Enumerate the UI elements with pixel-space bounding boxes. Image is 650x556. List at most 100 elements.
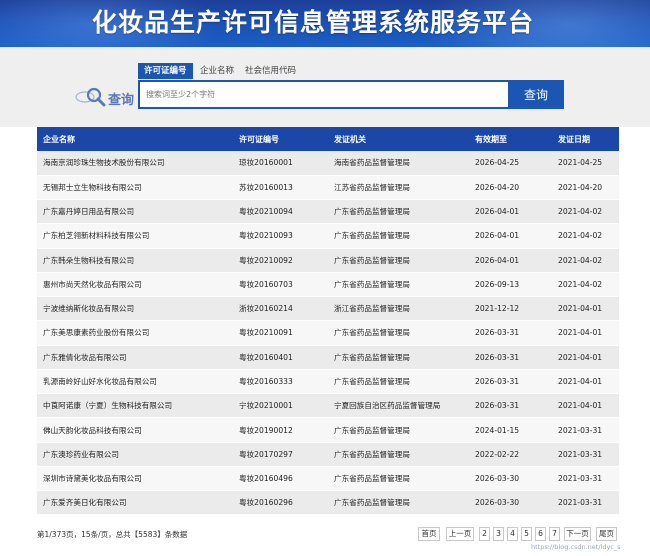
valid-until-cell: 2026-09-13 — [469, 272, 552, 297]
table-row[interactable]: 广东韩朵生物科技有限公司 粤妆20210092 广东省药品监督管理局 2026-04-… — [37, 248, 619, 273]
company-cell[interactable]: 海南京润珍珠生物技术股份有限公司 — [37, 151, 233, 176]
company-cell[interactable]: 广东澳珍药业有限公司 — [37, 442, 233, 467]
authority-cell: 广东省药品监督管理局 — [328, 417, 469, 443]
company-cell[interactable]: 深圳市诗黛美化妆品有限公司 — [37, 466, 233, 491]
search-button[interactable]: 查询 — [508, 80, 564, 109]
table-row[interactable]: 广东雅倩化妆品有限公司 粤妆20160401 广东省药品监督管理局 2026-03-3… — [37, 345, 619, 370]
valid-until-cell: 2026-03-31 — [469, 393, 552, 418]
search-logo: 查询 — [75, 86, 137, 108]
table-row[interactable]: 佛山天韵化妆品科技有限公司 粤妆20190012 广东省药品监督管理局 2024-01… — [37, 417, 619, 443]
valid-until-cell: 2026-04-01 — [469, 248, 552, 273]
authority-cell: 宁夏回族自治区药品监督管理局 — [328, 393, 469, 418]
issue-date-cell: 2021-04-25 — [552, 151, 619, 176]
issue-date-cell: 2021-04-01 — [552, 393, 619, 418]
search-input[interactable] — [140, 82, 508, 107]
page-button-6[interactable]: 6 — [535, 527, 546, 541]
license-cell: 粤妆20190012 — [233, 417, 328, 443]
company-cell[interactable]: 广东韩朵生物科技有限公司 — [37, 248, 233, 273]
company-cell[interactable]: 无锡邦士立生物科技有限公司 — [37, 175, 233, 200]
issue-date-cell: 2021-04-02 — [552, 272, 619, 297]
valid-until-cell: 2026-04-01 — [469, 199, 552, 224]
valid-until-cell: 2024-01-15 — [469, 417, 552, 443]
company-cell[interactable]: 佛山天韵化妆品科技有限公司 — [37, 417, 233, 443]
issue-date-cell: 2021-04-20 — [552, 175, 619, 200]
valid-until-cell: 2026-04-01 — [469, 223, 552, 249]
authority-cell: 广东省药品监督管理局 — [328, 272, 469, 297]
authority-cell: 广东省药品监督管理局 — [328, 320, 469, 346]
tab-company-name[interactable]: 企业名称 — [200, 63, 234, 79]
authority-cell: 广东省药品监督管理局 — [328, 369, 469, 394]
page-button-4[interactable]: 4 — [507, 527, 518, 541]
issue-date-cell: 2021-03-31 — [552, 417, 619, 443]
license-cell: 浙妆20160214 — [233, 296, 328, 321]
company-cell[interactable]: 惠州市尚天然化妆品有限公司 — [37, 272, 233, 297]
issue-date-cell: 2021-04-01 — [552, 320, 619, 346]
page-button-7[interactable]: 7 — [549, 527, 560, 541]
last-page-button[interactable]: 尾页 — [596, 527, 617, 541]
pagination-info: 第1/373页，15条/页，总共【5583】条数据 — [37, 530, 188, 539]
table-row[interactable]: 海南京润珍珠生物技术股份有限公司 琼妆20160001 海南省药品监督管理局 2026… — [37, 151, 619, 176]
issue-date-cell: 2021-03-31 — [552, 466, 619, 491]
issue-date-cell: 2021-04-01 — [552, 296, 619, 321]
valid-until-cell: 2026-03-30 — [469, 490, 552, 515]
column-header-company[interactable]: 企业名称 — [37, 127, 233, 151]
company-cell[interactable]: 广东柏芝翎新材料科技有限公司 — [37, 223, 233, 249]
tab-license-number[interactable]: 许可证编号 — [138, 63, 193, 79]
issue-date-cell: 2021-03-31 — [552, 442, 619, 467]
license-cell: 粤妆20160703 — [233, 272, 328, 297]
license-cell: 粤妆20160401 — [233, 345, 328, 370]
tab-credit-code[interactable]: 社会信用代码 — [245, 63, 296, 79]
license-cell: 苏妆20160013 — [233, 175, 328, 200]
company-cell[interactable]: 宁波维纳斯化妆品有限公司 — [37, 296, 233, 321]
valid-until-cell: 2026-04-20 — [469, 175, 552, 200]
company-cell[interactable]: 中莨阿诺康（宁夏）生物科技有限公司 — [37, 393, 233, 418]
issue-date-cell: 2021-04-02 — [552, 248, 619, 273]
authority-cell: 浙江省药品监督管理局 — [328, 296, 469, 321]
table-row[interactable]: 广东嘉丹婷日用品有限公司 粤妆20210094 广东省药品监督管理局 2026-04-… — [37, 199, 619, 224]
authority-cell: 广东省药品监督管理局 — [328, 199, 469, 224]
table-row[interactable]: 无锡邦士立生物科技有限公司 苏妆20160013 江苏省药品监督管理局 2026-04… — [37, 175, 619, 200]
table-row[interactable]: 深圳市诗黛美化妆品有限公司 粤妆20160496 广东省药品监督管理局 2026-03… — [37, 466, 619, 491]
page-title: 化妆品生产许可信息管理系统服务平台 — [92, 8, 535, 37]
column-header-valid-until[interactable]: 有效期至 — [469, 127, 552, 151]
authority-cell: 广东省药品监督管理局 — [328, 442, 469, 467]
table-header-row: 企业名称 许可证编号 发证机关 有效期至 发证日期 — [37, 127, 619, 151]
issue-date-cell: 2021-04-01 — [552, 369, 619, 394]
table-row[interactable]: 广东澳珍药业有限公司 粤妆20170297 广东省药品监督管理局 2022-02-22… — [37, 442, 619, 467]
license-cell: 粤妆20210093 — [233, 223, 328, 249]
table-row[interactable]: 广东爱齐美日化有限公司 粤妆20160296 广东省药品监督管理局 2026-03-3… — [37, 490, 619, 515]
table-row[interactable]: 惠州市尚天然化妆品有限公司 粤妆20160703 广东省药品监督管理局 2026-09… — [37, 272, 619, 297]
table-row[interactable]: 广东美思康素药业股份有限公司 粤妆20210091 广东省药品监督管理局 2026-0… — [37, 320, 619, 346]
page-button-5[interactable]: 5 — [521, 527, 532, 541]
table-row[interactable]: 乳源南岭好山好水化妆品有限公司 粤妆20160333 广东省药品监督管理局 2026-… — [37, 369, 619, 394]
column-header-issue-date[interactable]: 发证日期 — [552, 127, 619, 151]
prev-page-button[interactable]: 上一页 — [446, 527, 474, 541]
valid-until-cell: 2026-03-30 — [469, 466, 552, 491]
column-header-license[interactable]: 许可证编号 — [233, 127, 328, 151]
column-header-authority[interactable]: 发证机关 — [328, 127, 469, 151]
page-button-2[interactable]: 2 — [479, 527, 490, 541]
authority-cell: 广东省药品监督管理局 — [328, 248, 469, 273]
header-banner: 化妆品生产许可信息管理系统服务平台 — [0, 0, 650, 47]
issue-date-cell: 2021-04-02 — [552, 223, 619, 249]
authority-cell: 广东省药品监督管理局 — [328, 223, 469, 249]
next-page-button[interactable]: 下一页 — [564, 527, 591, 541]
first-page-button[interactable]: 首页 — [418, 527, 440, 541]
valid-until-cell: 2022-02-22 — [469, 442, 552, 467]
license-cell: 粤妆20160296 — [233, 490, 328, 515]
table-row[interactable]: 宁波维纳斯化妆品有限公司 浙妆20160214 浙江省药品监督管理局 2021-12-… — [37, 296, 619, 321]
authority-cell: 海南省药品监督管理局 — [328, 151, 469, 176]
table-row[interactable]: 广东柏芝翎新材料科技有限公司 粤妆20210093 广东省药品监督管理局 2026-0… — [37, 223, 619, 249]
valid-until-cell: 2026-03-31 — [469, 369, 552, 394]
company-cell[interactable]: 广东嘉丹婷日用品有限公司 — [37, 199, 233, 224]
table-row[interactable]: 中莨阿诺康（宁夏）生物科技有限公司 宁妆20210001 宁夏回族自治区药品监督管理… — [37, 393, 619, 418]
results-table: 企业名称 许可证编号 发证机关 有效期至 发证日期 海南京润珍珠生物技术股份有限… — [37, 127, 619, 515]
issue-date-cell: 2021-04-01 — [552, 345, 619, 370]
license-cell: 琼妆20160001 — [233, 151, 328, 176]
company-cell[interactable]: 广东美思康素药业股份有限公司 — [37, 320, 233, 346]
issue-date-cell: 2021-03-31 — [552, 490, 619, 515]
company-cell[interactable]: 乳源南岭好山好水化妆品有限公司 — [37, 369, 233, 394]
page-button-3[interactable]: 3 — [493, 527, 504, 541]
company-cell[interactable]: 广东雅倩化妆品有限公司 — [37, 345, 233, 370]
company-cell[interactable]: 广东爱齐美日化有限公司 — [37, 490, 233, 515]
